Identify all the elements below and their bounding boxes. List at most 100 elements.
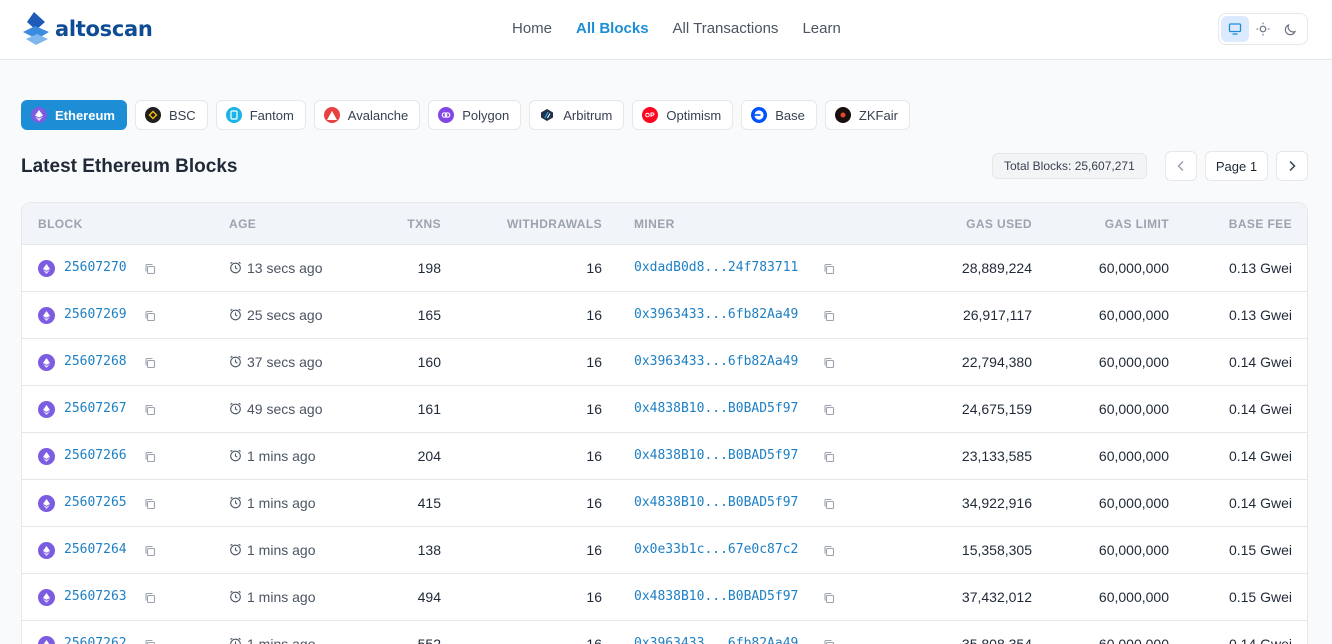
table-row: 25607263 1 mins ago 494 16 0x4838B10...B… [22, 573, 1307, 620]
block-age: 13 secs ago [247, 260, 323, 276]
chain-tab-ethereum[interactable]: Ethereum [21, 100, 127, 130]
brand-logo[interactable]: altoscan [21, 10, 153, 48]
miner-address-link[interactable]: 0x4838B10...B0BAD5f97 [634, 401, 798, 416]
block-age: 1 mins ago [247, 636, 316, 644]
block-number-link[interactable]: 25607269 [64, 307, 127, 322]
block-number-link[interactable]: 25607263 [64, 589, 127, 604]
next-page-button[interactable] [1276, 151, 1308, 181]
nav-learn[interactable]: Learn [802, 20, 840, 37]
chain-tab-polygon[interactable]: Polygon [428, 100, 522, 130]
clock-icon [229, 402, 243, 416]
copy-icon[interactable] [823, 544, 837, 558]
copy-icon[interactable] [144, 450, 158, 464]
block-txns[interactable]: 552 [362, 636, 441, 644]
ethereum-icon [38, 307, 55, 324]
clock-icon [229, 637, 243, 644]
gas-limit: 60,000,000 [1098, 260, 1169, 276]
block-number-link[interactable]: 25607267 [64, 401, 127, 416]
gas-limit: 60,000,000 [1098, 401, 1169, 417]
copy-icon[interactable] [144, 497, 158, 511]
block-txns[interactable]: 204 [362, 448, 441, 464]
nav-home[interactable]: Home [512, 20, 552, 37]
main-nav: Home All Blocks All Transactions Learn [512, 20, 865, 37]
block-txns[interactable]: 198 [362, 260, 441, 276]
ethereum-icon [38, 542, 55, 559]
copy-icon[interactable] [823, 356, 837, 370]
table-row: 25607262 1 mins ago 552 16 0x3963433...6… [22, 620, 1307, 644]
block-number-link[interactable]: 25607266 [64, 448, 127, 463]
copy-icon[interactable] [823, 450, 837, 464]
block-txns[interactable]: 415 [362, 495, 441, 511]
copy-icon[interactable] [823, 309, 837, 323]
chain-tab-fantom[interactable]: Fantom [215, 100, 306, 130]
sun-icon[interactable] [1249, 16, 1277, 42]
block-txns[interactable]: 165 [362, 307, 441, 323]
block-age: 25 secs ago [247, 307, 323, 323]
gas-used: 24,675,159 [961, 401, 1032, 417]
block-withdrawals: 16 [586, 636, 602, 644]
block-age: 1 mins ago [247, 448, 316, 464]
base-fee: 0.15 Gwei [1228, 589, 1292, 605]
chain-tab-base[interactable]: Base [741, 100, 817, 130]
miner-address-link[interactable]: 0x3963433...6fb82Aa49 [634, 307, 798, 322]
copy-icon[interactable] [144, 262, 158, 276]
chain-tab-label: Ethereum [55, 107, 115, 123]
block-number-link[interactable]: 25607270 [64, 260, 127, 275]
col-miner: MINER [634, 217, 675, 231]
block-number-link[interactable]: 25607262 [64, 636, 127, 644]
copy-icon[interactable] [144, 638, 158, 644]
miner-address-link[interactable]: 0x4838B10...B0BAD5f97 [634, 448, 798, 463]
gas-limit: 60,000,000 [1098, 307, 1169, 323]
chain-tab-label: Polygon [462, 107, 510, 123]
copy-icon[interactable] [823, 403, 837, 417]
chain-tab-arbitrum[interactable]: Arbitrum [529, 100, 625, 130]
optimism-icon [642, 107, 659, 123]
miner-address-link[interactable]: 0x0e33b1c...67e0c87c2 [634, 542, 798, 557]
block-txns[interactable]: 161 [362, 401, 441, 417]
miner-address-link[interactable]: 0x3963433...6fb82Aa49 [634, 636, 798, 644]
block-number-link[interactable]: 25607268 [64, 354, 127, 369]
block-number-link[interactable]: 25607265 [64, 495, 127, 510]
ethereum-icon [38, 354, 55, 371]
col-block: BLOCK [38, 217, 83, 231]
blocks-table: BLOCK AGE TXNS WITHDRAWALS MINER GAS USE… [21, 202, 1308, 644]
chain-tab-avalanche[interactable]: Avalanche [313, 100, 421, 130]
copy-icon[interactable] [144, 309, 158, 323]
gas-used: 15,358,305 [961, 542, 1032, 558]
miner-address-link[interactable]: 0xdadB0d8...24f783711 [634, 260, 798, 275]
copy-icon[interactable] [823, 591, 837, 605]
clock-icon [229, 496, 243, 510]
copy-icon[interactable] [823, 262, 837, 276]
copy-icon[interactable] [144, 356, 158, 370]
col-gas-limit: GAS LIMIT [1104, 217, 1169, 231]
ethereum-icon [38, 495, 55, 512]
block-withdrawals: 16 [586, 401, 602, 417]
block-number-link[interactable]: 25607264 [64, 542, 127, 557]
miner-address-link[interactable]: 0x4838B10...B0BAD5f97 [634, 495, 798, 510]
copy-icon[interactable] [144, 591, 158, 605]
copy-icon[interactable] [823, 638, 837, 644]
moon-icon[interactable] [1277, 16, 1305, 42]
block-txns[interactable]: 160 [362, 354, 441, 370]
copy-icon[interactable] [144, 544, 158, 558]
block-txns[interactable]: 494 [362, 589, 441, 605]
chain-tab-optimism[interactable]: Optimism [632, 100, 734, 130]
chain-tab-zkfair[interactable]: ZKFair [824, 100, 910, 130]
copy-icon[interactable] [144, 403, 158, 417]
nav-all-blocks[interactable]: All Blocks [576, 20, 649, 37]
copy-icon[interactable] [823, 497, 837, 511]
arbitrum-icon [539, 107, 556, 123]
block-txns[interactable]: 138 [362, 542, 441, 558]
miner-address-link[interactable]: 0x3963433...6fb82Aa49 [634, 354, 798, 369]
block-withdrawals: 16 [586, 448, 602, 464]
miner-address-link[interactable]: 0x4838B10...B0BAD5f97 [634, 589, 798, 604]
gas-limit: 60,000,000 [1098, 589, 1169, 605]
block-age: 1 mins ago [247, 542, 316, 558]
prev-page-button[interactable] [1165, 151, 1197, 181]
gas-limit: 60,000,000 [1098, 354, 1169, 370]
chain-tab-bsc[interactable]: BSC [134, 100, 208, 130]
ethereum-icon [38, 401, 55, 418]
nav-all-transactions[interactable]: All Transactions [673, 20, 779, 37]
fantom-icon [225, 107, 242, 123]
monitor-icon[interactable] [1221, 16, 1249, 42]
